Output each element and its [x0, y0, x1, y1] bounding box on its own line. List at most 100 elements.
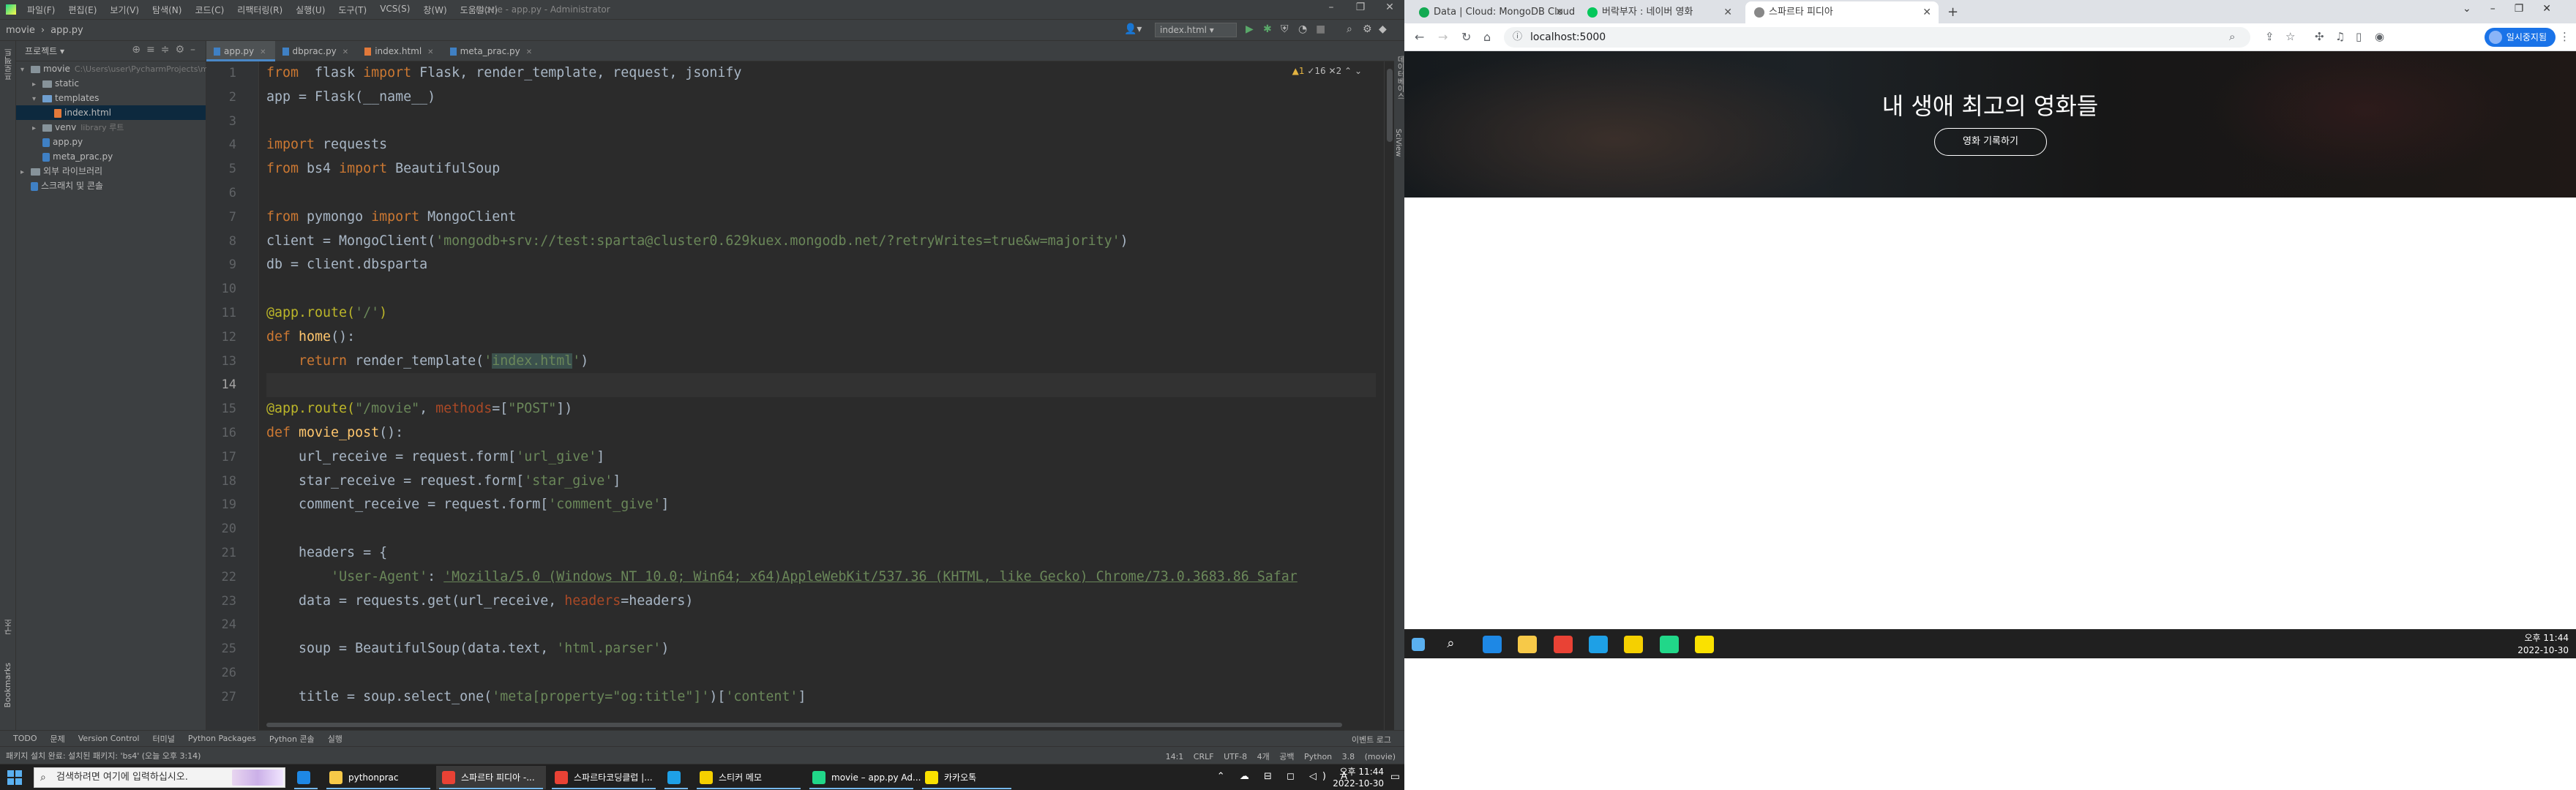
browser-tab-naver-movie[interactable]: 버락부자 : 네이버 영화 ✕ [1579, 1, 1740, 23]
code-line[interactable]: title = soup.select_one('meta[property="… [266, 685, 1376, 710]
reload-icon[interactable]: ↻ [1461, 30, 1471, 44]
chevron-right-icon[interactable]: ▸ [32, 121, 42, 136]
tree-item[interactable]: ▸ static [16, 76, 206, 91]
project-panel-title[interactable]: 프로젝트 [25, 45, 57, 57]
side-panel-icon[interactable]: ▯ [2356, 30, 2362, 43]
windows-start-icon[interactable] [1412, 638, 1425, 651]
address-bar[interactable]: ⓘ localhost:5000 [1504, 27, 2250, 48]
code-line[interactable]: from flask import Flask, render_template… [266, 61, 1376, 86]
home-icon[interactable]: ⌂ [1483, 30, 1491, 44]
internet-explorer-icon[interactable] [1589, 636, 1608, 653]
vertical-scrollbar[interactable] [1384, 61, 1394, 730]
user-icon[interactable]: 👤▾ [1124, 23, 1142, 35]
editor-tab[interactable]: app.py ✕ [206, 41, 275, 61]
kakaotalk-taskbar-app[interactable]: 카카오톡 [919, 766, 1014, 789]
file-encoding[interactable]: UTF-8 [1224, 752, 1247, 761]
scroll-thumb[interactable] [1387, 69, 1393, 142]
project-panel-actions[interactable]: ⊕≡≑⚙– [132, 44, 201, 56]
line-number[interactable]: 2 [206, 86, 258, 110]
horizontal-scrollbar[interactable] [266, 723, 1342, 727]
code-line[interactable]: headers = { [266, 541, 1376, 565]
new-tab-icon[interactable]: + [1947, 4, 1958, 20]
close-tab-icon[interactable]: ✕ [260, 48, 266, 56]
zoom-icon[interactable]: ⌕ [2229, 30, 2235, 43]
code-line[interactable]: url_receive = request.form['url_give'] [266, 445, 1376, 470]
record-movie-button[interactable]: 영화 기록하기 [1934, 128, 2047, 156]
settings-icon[interactable]: ⚙ [1363, 23, 1372, 35]
indent-setting[interactable]: 4개 공백 [1257, 752, 1295, 761]
chevron-down-icon[interactable]: ▾ [32, 92, 42, 107]
menu-item[interactable]: 파일(F) [20, 4, 61, 16]
ie-taskbar-app[interactable] [662, 766, 691, 789]
chevron-up-icon[interactable]: ⌃ [1344, 66, 1352, 76]
edge-icon[interactable] [1482, 636, 1502, 653]
tree-item[interactable]: meta_prac.py [16, 149, 206, 164]
chevron-right-icon[interactable]: ▸ [32, 78, 42, 92]
code-line[interactable]: client = MongoClient('mongodb+srv://test… [266, 230, 1376, 254]
event-log-button[interactable]: 이벤트 로그 [1352, 734, 1391, 745]
search-icon[interactable]: ⌕ [1447, 636, 1466, 653]
menu-item[interactable]: 코드(C) [188, 4, 231, 16]
version-control-tool-button[interactable]: Version Control [78, 734, 140, 743]
chrome-icon[interactable] [1553, 636, 1573, 653]
sticky-notes-taskbar-app[interactable]: 스티커 메모 [694, 766, 804, 789]
explorer-taskbar-app[interactable]: pythonprac [323, 766, 433, 789]
line-number[interactable]: 14 [206, 373, 258, 397]
code-line[interactable]: data = requests.get(url_receive, headers… [266, 590, 1376, 614]
profile-icon[interactable]: ◔ [1298, 23, 1307, 35]
tree-item[interactable]: index.html [16, 105, 206, 120]
inspection-summary[interactable]: ▲1 ✓16 ✕2 ⌃ ⌄ [1292, 66, 1362, 76]
tree-item[interactable]: ▸ venv library 루트 [16, 120, 206, 135]
structure-tool-button[interactable]: 구조 [3, 619, 15, 635]
browser-tab-mongodb[interactable]: Data | Cloud: MongoDB Cloud ✕ [1410, 1, 1575, 23]
browser-window-controls[interactable]: ⌄–❐✕ [2463, 3, 2570, 15]
python-packages-tool-button[interactable]: Python Packages [188, 734, 256, 743]
line-number[interactable]: 10 [206, 277, 258, 301]
code-line[interactable]: @app.route('/') [266, 301, 1376, 326]
run-icon[interactable]: ▶ [1246, 23, 1254, 35]
menu-item[interactable]: 보기(V) [103, 4, 146, 16]
close-tab-icon[interactable]: ✕ [1922, 1, 1931, 23]
line-number[interactable]: 7 [206, 206, 258, 230]
tree-item[interactable]: ▾ movie C:\Users\user\PycharmProjects\movi… [16, 61, 225, 76]
close-tab-icon[interactable]: ✕ [1723, 1, 1732, 23]
media-icon[interactable]: ♫ [2335, 30, 2345, 43]
line-number[interactable]: 15 [206, 397, 258, 421]
share-icon[interactable]: ⇪ [2265, 30, 2274, 43]
extensions-icon[interactable]: ✣ [2315, 30, 2324, 43]
todo-tool-button[interactable]: TODO [13, 734, 37, 743]
code-line[interactable]: app = Flask(__name__) [266, 86, 1376, 110]
site-info-icon[interactable]: ⓘ [1513, 27, 1522, 48]
forward-icon[interactable]: → [1438, 30, 1448, 44]
close-tab-icon[interactable]: ✕ [342, 48, 348, 56]
profile-icon[interactable]: ◉ [2375, 30, 2384, 43]
run-configuration-select[interactable]: index.html ▾ [1155, 23, 1237, 37]
restore-icon[interactable]: ❐ [1346, 1, 1375, 13]
code-line[interactable] [266, 181, 1376, 206]
menu-item[interactable]: VCS(S) [373, 4, 416, 16]
chevron-right-icon[interactable]: ▸ [20, 165, 31, 180]
code-line[interactable]: 'User-Agent': 'Mozilla/5.0 (Windows NT 1… [266, 565, 1376, 590]
sync-paused-button[interactable]: 일시중지됨 [2484, 28, 2556, 47]
code-line[interactable]: db = client.dbsparta [266, 253, 1376, 277]
kakaotalk-icon[interactable] [1695, 636, 1715, 653]
code-line[interactable]: comment_receive = request.form['comment_… [266, 493, 1376, 517]
debug-icon[interactable]: ✱ [1263, 23, 1272, 35]
tree-item[interactable]: 스크래치 및 콘솔 [16, 178, 206, 193]
code-line[interactable] [266, 373, 1376, 398]
file-explorer-icon[interactable] [1518, 636, 1538, 653]
code-line[interactable]: return render_template('index.html') [266, 350, 1376, 374]
line-number[interactable]: 23 [206, 590, 258, 614]
line-number[interactable]: 16 [206, 421, 258, 445]
database-tool-button[interactable]: 데이터베이스 [1394, 56, 1405, 99]
code-line[interactable]: @app.route("/movie", methods=["POST"]) [266, 397, 1376, 421]
code-line[interactable] [266, 661, 1376, 685]
close-tab-icon[interactable]: ✕ [526, 48, 532, 56]
menu-item[interactable]: 탐색(N) [146, 4, 188, 16]
code-line[interactable]: from bs4 import BeautifulSoup [266, 157, 1376, 181]
bookmarks-tool-button[interactable]: Bookmarks [3, 663, 12, 707]
close-tab-icon[interactable]: ✕ [1555, 1, 1564, 23]
line-number[interactable]: 11 [206, 301, 258, 326]
line-number[interactable]: 25 [206, 637, 258, 661]
line-number[interactable]: 9 [206, 253, 258, 277]
